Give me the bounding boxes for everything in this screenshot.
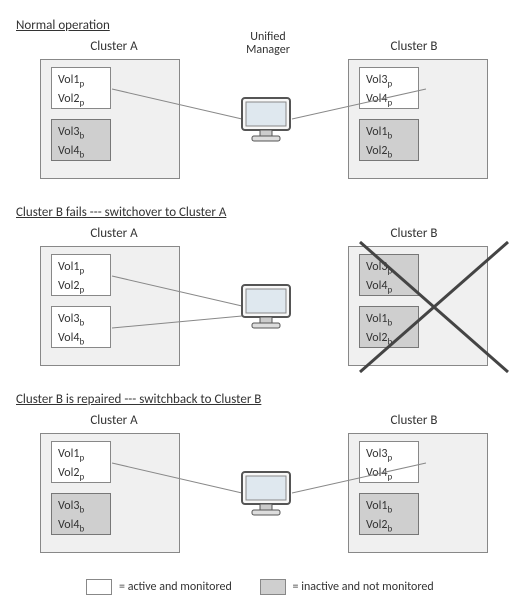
section-title: Cluster B is repaired --- switchback to … (16, 392, 510, 407)
unified-manager-icon (236, 92, 296, 152)
scene: Cluster ACluster B Vol1p Vol2p Vol3b Vol… (10, 411, 510, 571)
legend-item-inactive: = inactive and not monitored (260, 579, 434, 595)
scene: Cluster ACluster B Vol1p Vol2p Vol3b Vol… (10, 224, 510, 384)
unified-manager-icon (236, 466, 296, 526)
legend-swatch-inactive (260, 579, 286, 595)
legend-item-active: = active and monitored (86, 579, 231, 595)
monitor-icon (236, 279, 296, 339)
legend-swatch-active (86, 579, 112, 595)
unified-manager-icon (236, 279, 296, 339)
scene: UnifiedManagerCluster ACluster B Vol1p V… (10, 37, 510, 197)
monitor-icon (236, 466, 296, 526)
legend: = active and monitored = inactive and no… (10, 579, 510, 595)
section-title: Cluster B fails --- switchover to Cluste… (16, 205, 510, 220)
monitor-icon (236, 92, 296, 152)
